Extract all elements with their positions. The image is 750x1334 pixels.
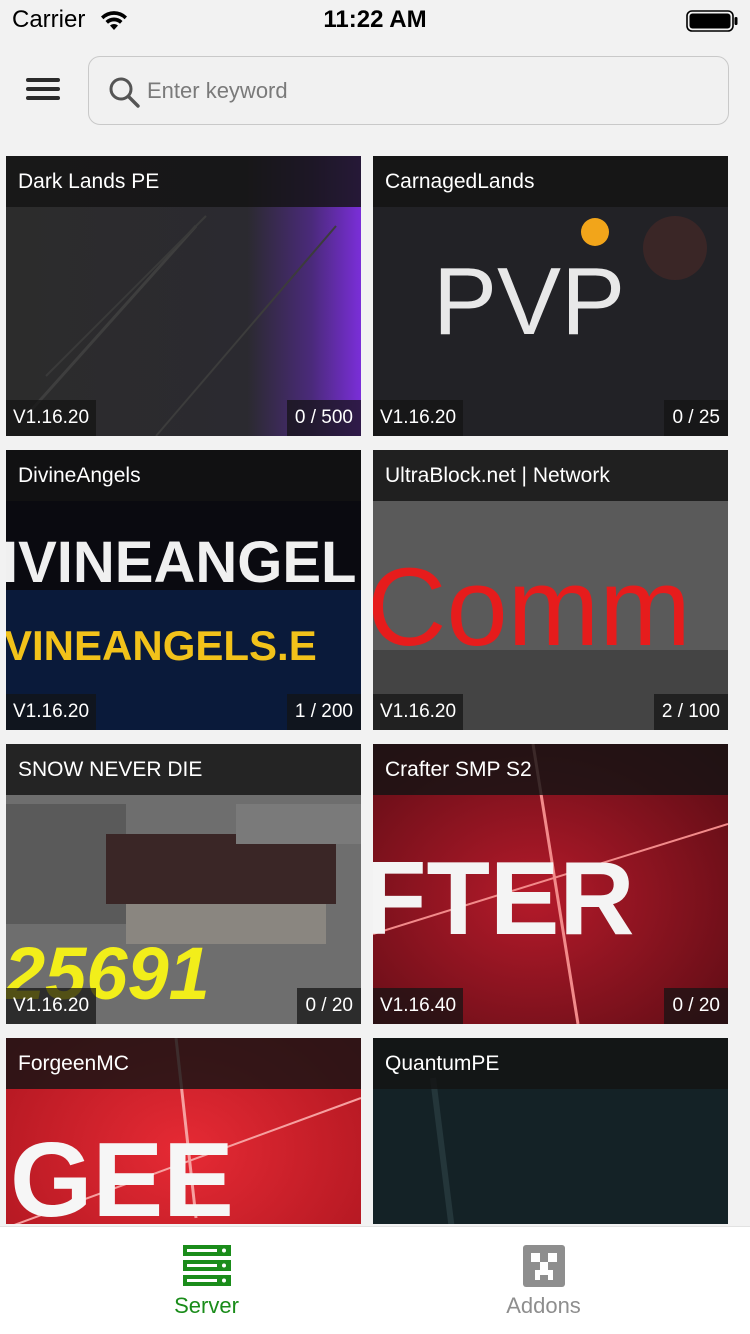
tab-addons[interactable]: Addons: [356, 1227, 731, 1334]
server-version-badge: V1.16.40: [373, 988, 464, 1024]
server-grid: Dark Lands PE V1.16.20 0 / 500 PVP Carna…: [6, 156, 744, 1224]
server-version-badge: V1.16.20: [373, 400, 464, 436]
server-card[interactable]: FTER Crafter SMP S2 V1.16.40 0 / 20: [373, 744, 728, 1024]
server-card[interactable]: Comm UltraBlock.net | Network V1.16.20 2…: [373, 450, 728, 730]
battery-icon: [686, 10, 738, 32]
server-card[interactable]: IVINEANGEL VINEANGELS.E DivineAngels V1.…: [6, 450, 361, 730]
server-icon: [182, 1245, 231, 1286]
player-count-badge: 0 / 20: [297, 988, 361, 1024]
player-count-badge: 0 / 500: [286, 400, 361, 436]
search-box[interactable]: [88, 56, 729, 125]
server-name: CarnagedLands: [385, 170, 535, 193]
thumbnail-text: IVINEANGEL: [6, 530, 357, 595]
tab-label: Addons: [506, 1293, 581, 1318]
player-count-badge: 2 / 100: [653, 694, 728, 730]
player-count-badge: 1 / 200: [286, 694, 361, 730]
top-bar: [0, 40, 750, 140]
clock: 11:22 AM: [323, 6, 427, 33]
thumbnail-text: VINEANGELS.E: [6, 622, 317, 669]
server-version-badge: V1.16.20: [6, 694, 97, 730]
server-card[interactable]: GEE ForgeenMC: [6, 1038, 361, 1224]
server-version-badge: V1.16.20: [373, 694, 464, 730]
server-version-badge: V1.16.20: [6, 400, 97, 436]
status-bar: Carrier 11:22 AM: [0, 0, 750, 40]
bottom-tab-bar: Server Addons: [0, 1226, 750, 1334]
server-card[interactable]: PVP CarnagedLands V1.16.20 0 / 25: [373, 156, 728, 436]
server-name: Crafter SMP S2: [385, 758, 532, 781]
server-card[interactable]: QuantumPE: [373, 1038, 728, 1224]
thumbnail-text: Comm: [373, 546, 691, 669]
server-version-badge: V1.16.20: [6, 988, 97, 1024]
server-card[interactable]: 25691 SNOW NEVER DIE V1.16.20 0 / 20: [6, 744, 361, 1024]
server-name: UltraBlock.net | Network: [385, 464, 610, 487]
server-name: SNOW NEVER DIE: [18, 758, 203, 781]
server-card[interactable]: Dark Lands PE V1.16.20 0 / 500: [6, 156, 361, 436]
server-name: Dark Lands PE: [18, 170, 160, 193]
tab-label: Server: [174, 1293, 239, 1318]
player-count-badge: 0 / 25: [664, 400, 728, 436]
addons-icon: [522, 1245, 565, 1287]
search-input[interactable]: [147, 67, 707, 115]
menu-button[interactable]: [22, 72, 66, 108]
thumbnail-text: FTER: [373, 841, 635, 957]
server-name: DivineAngels: [18, 464, 141, 487]
thumbnail-text: GEE: [10, 1121, 234, 1224]
search-icon: [109, 77, 140, 108]
menu-icon-line: [26, 78, 60, 82]
server-name: ForgeenMC: [18, 1052, 129, 1075]
server-name: QuantumPE: [385, 1052, 500, 1075]
thumbnail-text: PVP: [433, 248, 625, 355]
menu-icon-line: [26, 96, 60, 100]
menu-icon-line: [26, 87, 60, 91]
tab-server[interactable]: Server: [19, 1227, 394, 1334]
player-count-badge: 0 / 20: [664, 988, 728, 1024]
